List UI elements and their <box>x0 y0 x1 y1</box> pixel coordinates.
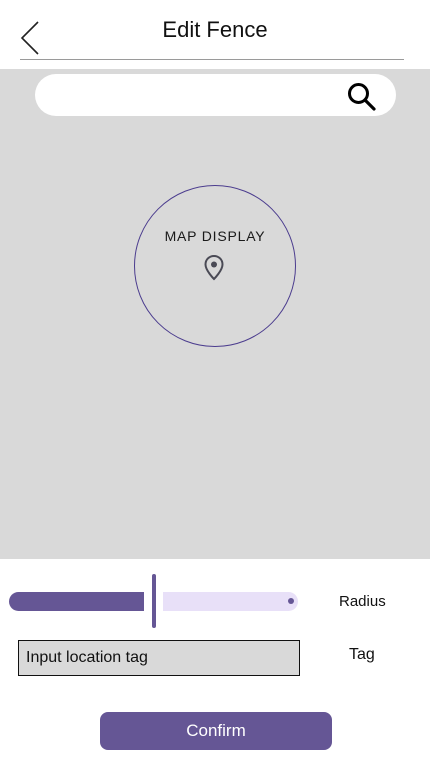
location-tag-input[interactable] <box>18 640 300 676</box>
page-title: Edit Fence <box>162 17 268 42</box>
location-pin-icon <box>204 254 224 281</box>
radius-slider-end-dot <box>288 598 294 604</box>
map-display[interactable]: MAP DISPLAY <box>0 69 430 559</box>
search-input[interactable] <box>53 74 347 118</box>
radius-slider-fill <box>9 592 144 611</box>
header: Edit Fence <box>0 0 430 66</box>
radius-label: Radius <box>339 593 386 610</box>
search-button[interactable] <box>346 81 378 113</box>
radius-slider[interactable] <box>9 574 301 628</box>
confirm-button[interactable]: Confirm <box>100 712 332 750</box>
radius-slider-thumb[interactable] <box>152 574 156 628</box>
tag-label: Tag <box>349 646 375 663</box>
header-divider <box>20 59 404 60</box>
fence-circle: MAP DISPLAY <box>134 185 296 347</box>
search-bar <box>35 74 396 118</box>
map-display-label: MAP DISPLAY <box>164 228 266 244</box>
search-icon <box>348 83 376 111</box>
radius-slider-track <box>163 592 298 611</box>
